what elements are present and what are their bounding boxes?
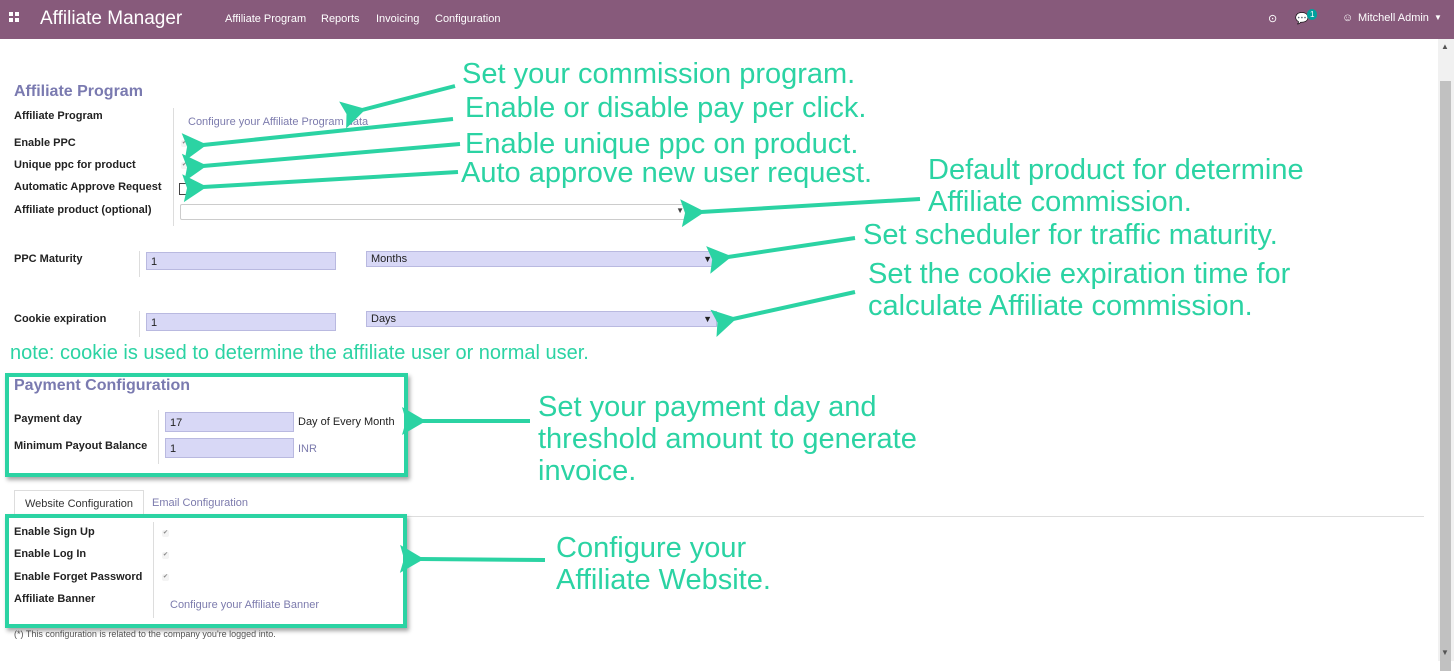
annotation-payment-line3: invoice. [538, 455, 637, 487]
cookie-note: note: cookie is used to determine the af… [10, 342, 589, 364]
arrow-auto-approve [182, 170, 459, 203]
scroll-up-icon[interactable]: ▲ [1441, 42, 1449, 51]
annotation-unique-ppc: Enable unique ppc on product. [465, 128, 859, 160]
annotation-website-line1: Configure your [556, 532, 747, 564]
arrow-maturity [706, 236, 856, 274]
annotation-cookie-line2: calculate Affiliate commission. [868, 290, 1253, 322]
scroll-down-icon[interactable]: ▼ [1441, 648, 1449, 657]
annotation-maturity: Set scheduler for traffic maturity. [863, 219, 1278, 251]
annotation-product-line2: Affiliate commission. [928, 186, 1192, 218]
annotation-payment-line2: threshold amount to generate [538, 423, 917, 455]
annotation-product-line1: Default product for determine [928, 154, 1304, 186]
arrow-commission [339, 84, 456, 129]
arrow-unique-ppc [181, 142, 461, 182]
annotation-payment-line1: Set your payment day and [538, 391, 877, 423]
annotation-cookie-line1: Set the cookie expiration time for [868, 258, 1291, 290]
arrow-ppc [181, 117, 454, 161]
arrow-cookie [710, 290, 856, 337]
annotation-commission: Set your commission program. [462, 58, 856, 90]
annotation-auto-approve: Auto approve new user request. [461, 157, 873, 189]
annotation-ppc: Enable or disable pay per click. [465, 92, 867, 124]
scrollbar-thumb[interactable] [1440, 81, 1451, 671]
arrow-product [680, 197, 921, 228]
vertical-scrollbar[interactable]: ▲ ▼ [1438, 39, 1454, 671]
arrow-website [399, 544, 546, 573]
annotation-website-line2: Affiliate Website. [556, 564, 771, 596]
